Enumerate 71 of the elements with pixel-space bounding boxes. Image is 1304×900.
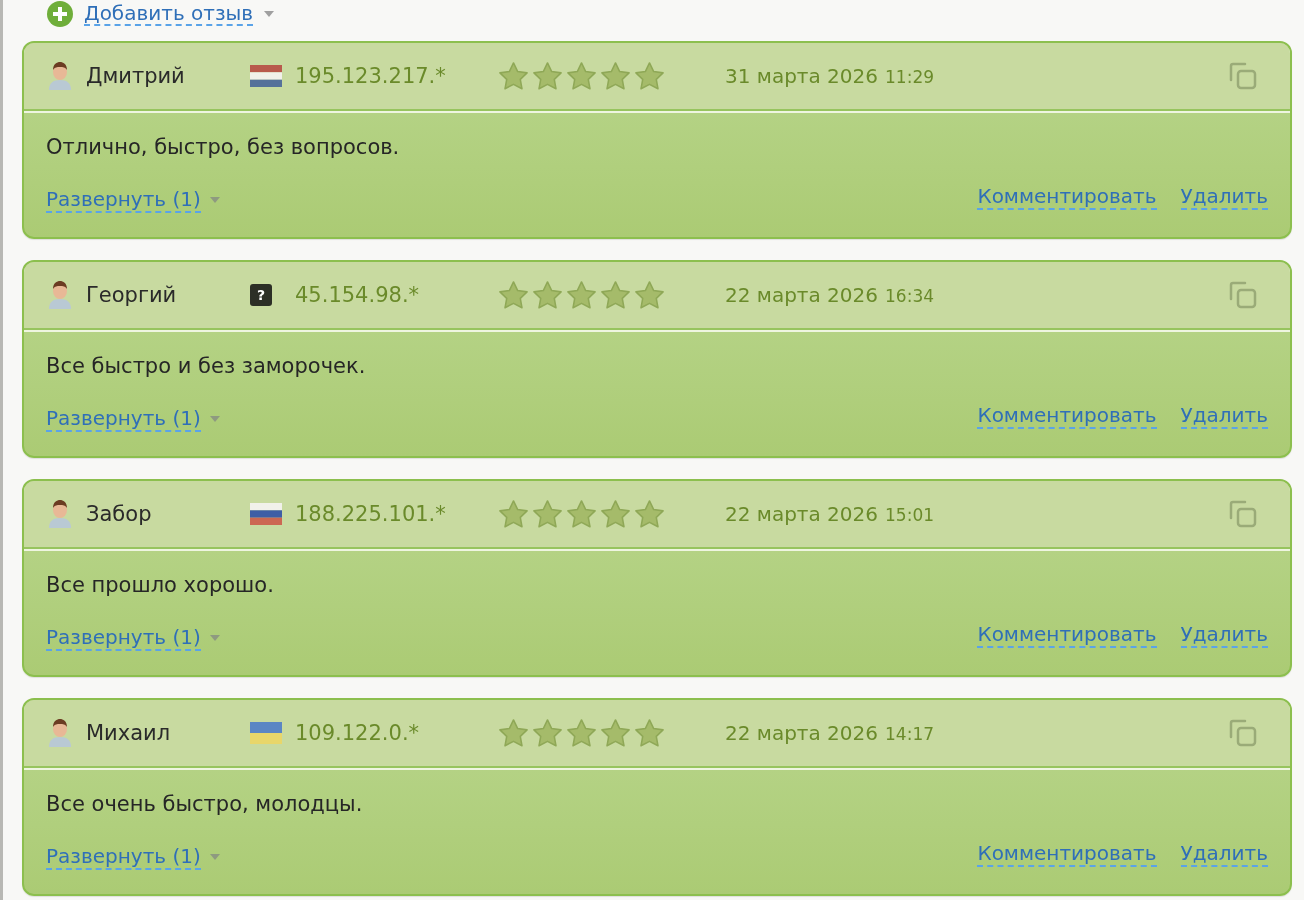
copy-icon[interactable]	[1228, 280, 1258, 310]
unknown-flag-badge: ?	[250, 284, 272, 306]
action-link[interactable]: Комментировать	[977, 841, 1157, 867]
author-name: Дмитрий	[86, 64, 186, 88]
review-date: 31 марта 2026	[725, 64, 878, 88]
author-name: Забор	[86, 502, 153, 526]
star-icon	[497, 718, 530, 748]
star-icon	[565, 499, 598, 529]
ip-address: 195.123.217.*	[295, 64, 447, 88]
user-avatar-icon	[46, 280, 74, 310]
star-icon	[633, 718, 666, 748]
review-date: 22 марта 2026	[725, 283, 878, 307]
star-icon	[599, 61, 632, 91]
ip-address: 188.225.101.*	[295, 502, 447, 526]
caret-icon	[208, 853, 221, 861]
review-time: 11:29	[885, 67, 934, 87]
star-icon	[497, 280, 530, 310]
review-date: 22 марта 2026	[725, 721, 878, 745]
review-text: Все прошло хорошо.	[46, 573, 275, 597]
review-time: 14:17	[885, 724, 934, 744]
review-date: 22 марта 2026	[725, 502, 878, 526]
expand-link[interactable]: Развернуть (1)	[46, 406, 201, 432]
star-icon	[599, 499, 632, 529]
expand-link[interactable]: Развернуть (1)	[46, 187, 201, 213]
star-icon	[497, 499, 530, 529]
action-link[interactable]: Удалить	[1180, 403, 1268, 429]
flag-icon	[250, 722, 282, 744]
caret-icon	[208, 415, 221, 423]
caret-icon	[208, 634, 221, 642]
star-icon	[565, 280, 598, 310]
action-link[interactable]: Комментировать	[977, 184, 1157, 210]
star-icon	[633, 61, 666, 91]
user-avatar-icon	[46, 499, 74, 529]
flag-icon	[250, 503, 282, 525]
star-icon	[565, 718, 598, 748]
review-text: Все очень быстро, молодцы.	[46, 792, 364, 816]
star-icon	[531, 718, 564, 748]
caret-icon	[263, 10, 276, 18]
author-name: Михаил	[86, 721, 172, 745]
action-link[interactable]: Удалить	[1180, 622, 1268, 648]
user-avatar-icon	[46, 61, 74, 91]
star-icon	[599, 280, 632, 310]
star-icon	[531, 499, 564, 529]
author-name: Георгий	[86, 283, 178, 307]
expand-link[interactable]: Развернуть (1)	[46, 625, 201, 651]
review-text: Все быстро и без заморочек.	[46, 354, 367, 378]
user-avatar-icon	[46, 718, 74, 748]
add-review-link[interactable]: Добавить отзыв	[84, 2, 254, 26]
review-text: Отлично, быстро, без вопросов.	[46, 135, 401, 159]
ip-address: 45.154.98.*	[295, 283, 421, 307]
star-icon	[531, 61, 564, 91]
star-icon	[633, 499, 666, 529]
star-icon	[565, 61, 598, 91]
action-link[interactable]: Удалить	[1180, 841, 1268, 867]
star-icon	[531, 280, 564, 310]
copy-icon[interactable]	[1228, 61, 1258, 91]
action-link[interactable]: Удалить	[1180, 184, 1268, 210]
review-time: 15:01	[885, 505, 934, 525]
action-link[interactable]: Комментировать	[977, 403, 1157, 429]
copy-icon[interactable]	[1228, 499, 1258, 529]
expand-link[interactable]: Развернуть (1)	[46, 844, 201, 870]
copy-icon[interactable]	[1228, 718, 1258, 748]
add-icon	[46, 0, 74, 28]
star-icon	[633, 280, 666, 310]
ip-address: 109.122.0.*	[295, 721, 421, 745]
star-icon	[599, 718, 632, 748]
caret-icon	[208, 196, 221, 204]
review-time: 16:34	[885, 286, 934, 306]
flag-icon	[250, 65, 282, 87]
star-icon	[497, 61, 530, 91]
action-link[interactable]: Комментировать	[977, 622, 1157, 648]
